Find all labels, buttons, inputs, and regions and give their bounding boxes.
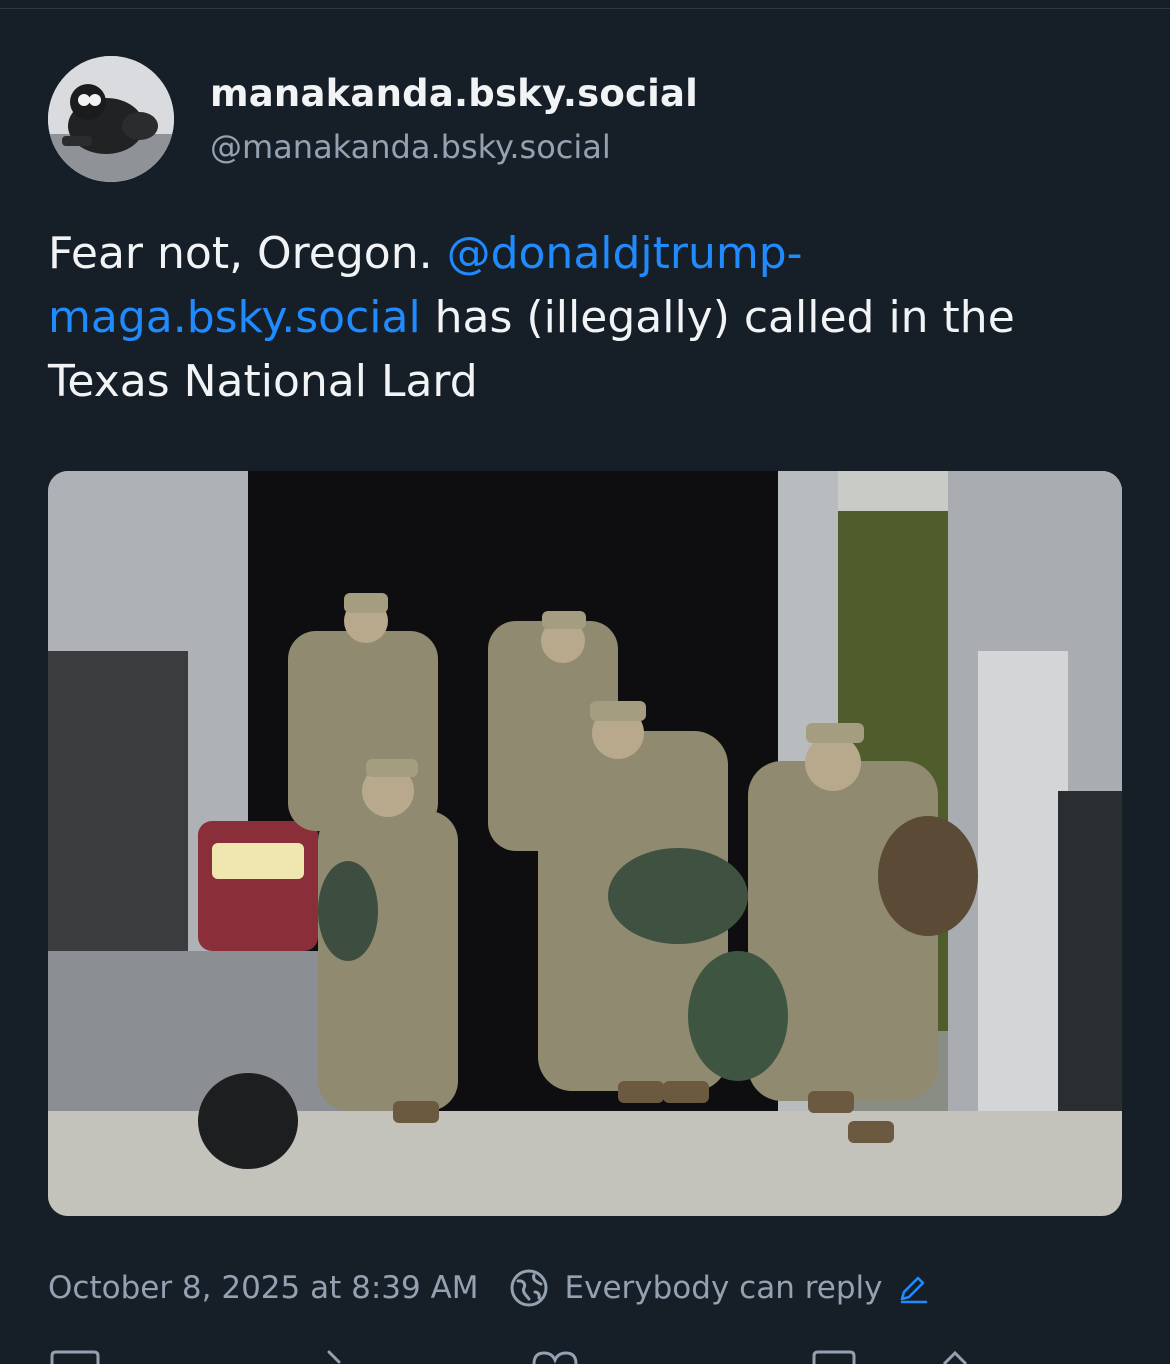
author-avatar[interactable]	[48, 56, 174, 182]
reply-icon[interactable]	[48, 1350, 102, 1364]
like-icon[interactable]	[530, 1350, 580, 1364]
author-handle[interactable]: @manakanda.bsky.social	[210, 128, 611, 166]
post-text-before: Fear not, Oregon.	[48, 228, 447, 279]
pencil-icon[interactable]	[896, 1271, 930, 1305]
photo-soldiers-unloading-truck	[48, 471, 1122, 1216]
action-bar-partial	[0, 1350, 1170, 1364]
post-image[interactable]	[48, 471, 1122, 1216]
avatar-image	[48, 56, 174, 182]
repost-icon[interactable]	[325, 1350, 349, 1364]
post-timestamp[interactable]: October 8, 2025 at 8:39 AM	[48, 1270, 479, 1306]
author-display-name[interactable]: manakanda.bsky.social	[210, 72, 698, 115]
reply-setting-label[interactable]: Everybody can reply	[565, 1270, 883, 1306]
top-divider	[0, 8, 1170, 9]
bookmark-icon[interactable]	[810, 1350, 858, 1364]
post-meta-row: October 8, 2025 at 8:39 AM Everybody can…	[48, 1262, 930, 1314]
post-text: Fear not, Oregon. @donaldjtrump-maga.bsk…	[48, 222, 1128, 414]
share-icon[interactable]	[940, 1350, 970, 1364]
globe-icon	[510, 1269, 548, 1307]
